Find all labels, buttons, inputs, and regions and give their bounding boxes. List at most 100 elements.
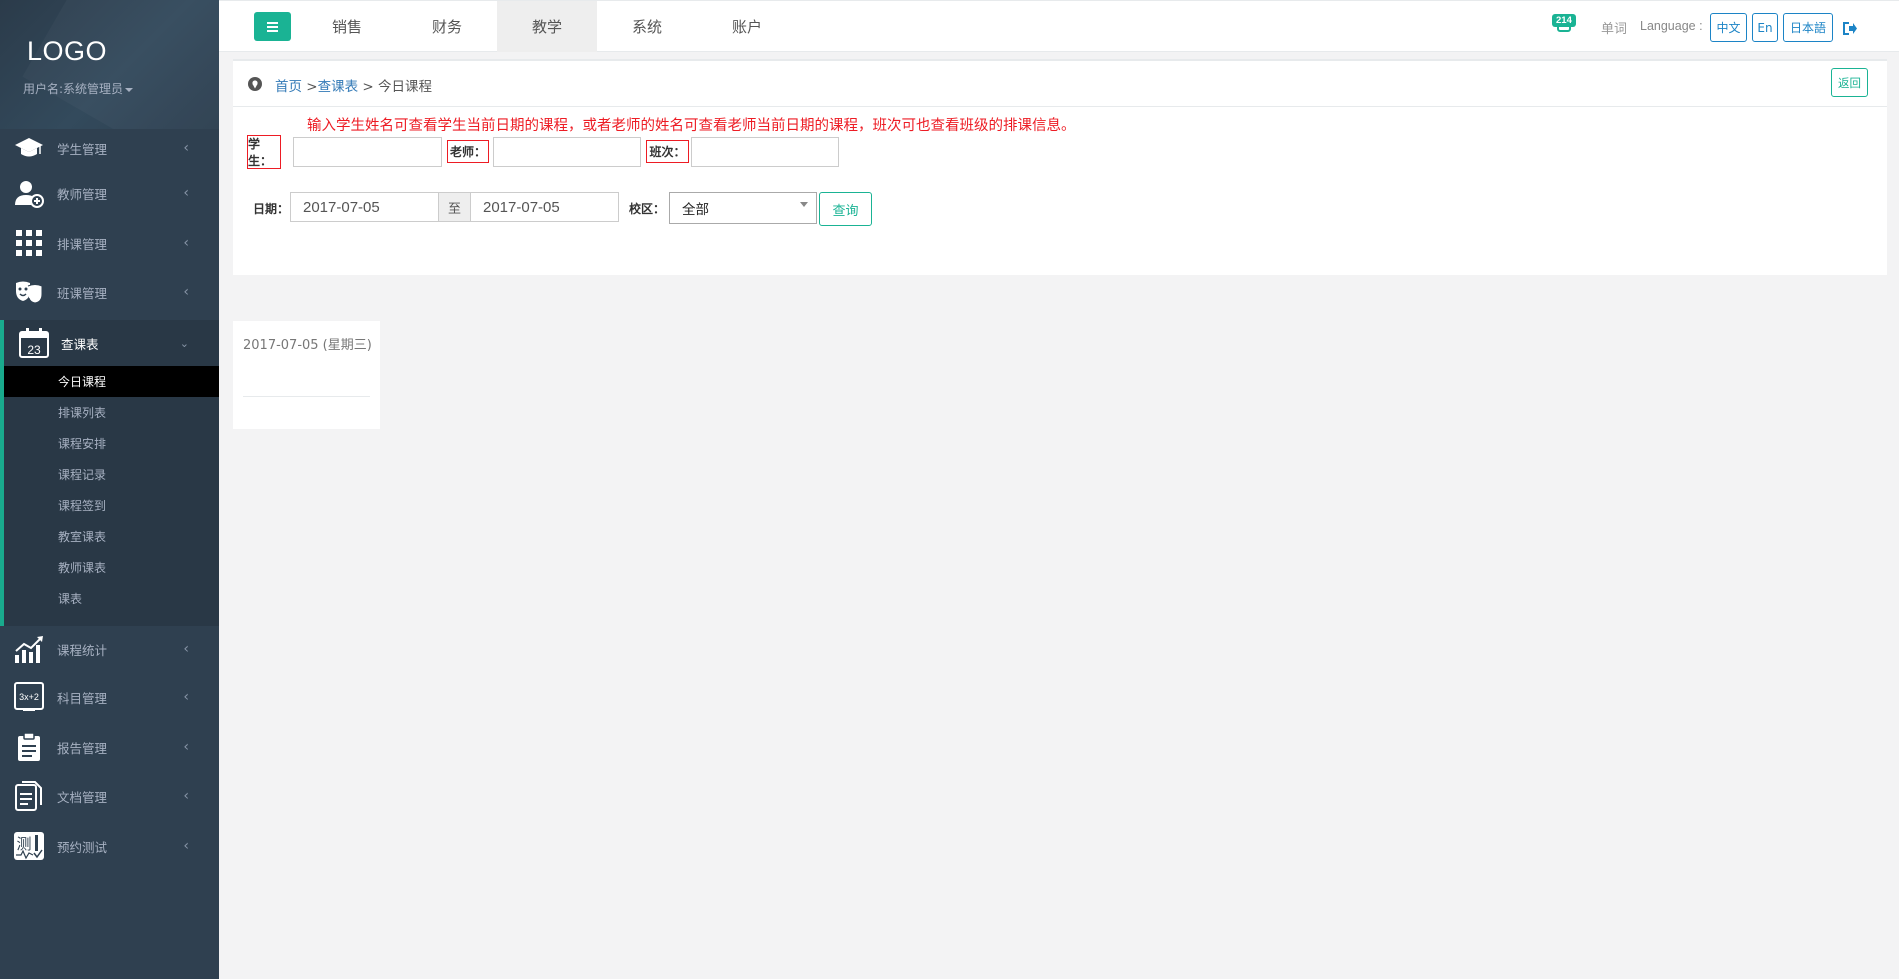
- sidebar-item-label: 课程统计: [57, 642, 108, 658]
- back-button[interactable]: 返回: [1831, 68, 1868, 97]
- document-icon: [13, 780, 45, 812]
- chevron-left-icon: ‹: [183, 641, 189, 657]
- teacher-add-icon: [13, 177, 45, 209]
- sidebar: LOGO 用户名:系统管理员 学生管理 ‹ 教师管理 ‹ 排课管理 ‹ 班课管理…: [0, 0, 219, 979]
- breadcrumb-current: 今日课程: [378, 79, 433, 95]
- language-label: Language :: [1640, 19, 1703, 33]
- day-card: 2017-07-05 (星期三): [233, 321, 380, 429]
- breadcrumb-home-link[interactable]: 首页: [275, 79, 302, 95]
- sidebar-item-label: 报告管理: [57, 740, 108, 756]
- calendar-icon: 23: [18, 327, 50, 359]
- bar-chart-icon: [13, 633, 45, 665]
- sidebar-item-scheduling-management[interactable]: 排课管理 ‹: [0, 223, 219, 263]
- date-range-separator: 至: [439, 192, 470, 222]
- language-chinese-button[interactable]: 中文: [1710, 13, 1747, 42]
- sidebar-item-class-management[interactable]: 班课管理 ‹: [0, 272, 219, 312]
- end-date-input[interactable]: 2017-07-05: [470, 192, 619, 222]
- breadcrumb-bar: 首页 >查课表 > 今日课程 返回: [233, 61, 1887, 107]
- chevron-left-icon: ‹: [183, 185, 189, 201]
- logo: LOGO: [27, 36, 108, 66]
- sidebar-item-label: 排课管理: [57, 236, 108, 252]
- sidebar-item-label: 班课管理: [57, 285, 108, 301]
- student-label: 学生：: [247, 135, 281, 169]
- day-card-date: 2017-07-05 (星期三): [243, 338, 372, 353]
- hamburger-icon: [267, 25, 278, 28]
- graduation-cap-icon: [13, 132, 45, 164]
- sidebar-item-student-management[interactable]: 学生管理 ‹: [0, 128, 219, 168]
- date-label: 日期：: [253, 202, 290, 216]
- chevron-left-icon: ‹: [183, 739, 189, 755]
- chevron-down-icon: ⌄: [179, 336, 189, 350]
- class-input[interactable]: [691, 137, 839, 167]
- student-input[interactable]: [293, 137, 442, 167]
- submenu-item-classroom-schedule[interactable]: 教室课表: [4, 521, 219, 552]
- map-marker-icon: [248, 76, 262, 91]
- sidebar-item-document-management[interactable]: 文档管理 ‹: [0, 776, 219, 816]
- theater-masks-icon: [13, 276, 45, 308]
- sidebar-item-teacher-management[interactable]: 教师管理 ‹: [0, 173, 219, 213]
- sign-out-icon[interactable]: [1843, 20, 1857, 35]
- dropdown-arrow-icon: [800, 202, 808, 207]
- query-button[interactable]: 查询: [819, 192, 872, 226]
- clipboard-icon: [13, 731, 45, 763]
- breadcrumb-separator: >: [358, 79, 379, 95]
- campus-select-value: 全部: [682, 202, 709, 218]
- submenu-item-course-checkin[interactable]: 课程签到: [4, 490, 219, 521]
- start-date-input[interactable]: 2017-07-05: [290, 192, 439, 222]
- sidebar-item-label: 学生管理: [57, 141, 108, 157]
- grid-icon: [13, 227, 45, 259]
- class-label: 班次：: [646, 140, 689, 163]
- tab-teaching[interactable]: 教学: [497, 1, 597, 52]
- menu-toggle-button[interactable]: [254, 12, 291, 41]
- math-board-icon: 3x+2: [13, 681, 45, 713]
- sidebar-item-label: 文档管理: [57, 789, 108, 805]
- campus-select[interactable]: 全部: [669, 192, 817, 224]
- sidebar-item-test-booking[interactable]: 测 预约测试 ‹: [0, 826, 219, 866]
- breadcrumb: 首页 >查课表 > 今日课程: [275, 75, 432, 95]
- sidebar-brand: LOGO 用户名:系统管理员: [0, 0, 219, 129]
- search-hint-text: 输入学生姓名可查看学生当前日期的课程，或者老师的姓名可查看老师当前日期的课程，班…: [307, 118, 1076, 134]
- tab-account[interactable]: 账户: [697, 1, 797, 52]
- notifications-button[interactable]: 214: [1552, 14, 1576, 33]
- sidebar-item-label: 查课表: [61, 336, 99, 352]
- tab-system[interactable]: 系统: [597, 1, 697, 52]
- submenu-item-course-records[interactable]: 课程记录: [4, 459, 219, 490]
- teacher-label: 老师：: [447, 140, 489, 163]
- user-menu[interactable]: 用户名:系统管理员: [23, 80, 134, 97]
- submenu-item-schedule-list[interactable]: 排课列表: [4, 397, 219, 428]
- top-navbar: 销售 财务 教学 系统 账户 214 单词 Language : 中文 En 日…: [219, 0, 1899, 52]
- sidebar-item-label: 预约测试: [57, 839, 108, 855]
- sidebar-item-course-statistics[interactable]: 课程统计 ‹: [0, 629, 219, 669]
- teacher-input[interactable]: [493, 137, 641, 167]
- language-english-button[interactable]: En: [1752, 13, 1778, 42]
- submenu-item-timetable[interactable]: 课表: [4, 583, 219, 614]
- search-panel: 首页 >查课表 > 今日课程 返回 输入学生姓名可查看学生当前日期的课程，或者老…: [233, 59, 1887, 275]
- tab-finance[interactable]: 财务: [397, 1, 497, 52]
- vocabulary-link[interactable]: 单词: [1601, 18, 1627, 37]
- chevron-left-icon: ‹: [183, 838, 189, 854]
- submenu-item-teacher-schedule[interactable]: 教师课表: [4, 552, 219, 583]
- chevron-left-icon: ‹: [183, 689, 189, 705]
- sidebar-item-subject-management[interactable]: 3x+2 科目管理 ‹: [0, 677, 219, 717]
- submenu-item-today-courses[interactable]: 今日课程: [4, 366, 219, 397]
- sidebar-item-label: 教师管理: [57, 186, 108, 202]
- test-char: 测: [16, 835, 31, 853]
- notification-badge: 214: [1552, 14, 1576, 27]
- test-icon: 测: [13, 830, 45, 862]
- sidebar-item-label: 科目管理: [57, 690, 108, 706]
- board-text: 3x+2: [19, 692, 39, 702]
- language-japanese-button[interactable]: 日本語: [1783, 13, 1833, 42]
- breadcrumb-separator: >: [302, 79, 318, 95]
- breadcrumb-section-link[interactable]: 查课表: [318, 79, 359, 95]
- sidebar-item-view-schedule[interactable]: 23 查课表 ⌄: [0, 320, 219, 366]
- chevron-left-icon: ‹: [183, 284, 189, 300]
- caret-down-icon: [125, 87, 134, 92]
- submenu-item-course-arrangement[interactable]: 课程安排: [4, 428, 219, 459]
- chevron-left-icon: ‹: [183, 235, 189, 251]
- campus-label: 校区：: [629, 202, 666, 216]
- tab-sales[interactable]: 销售: [297, 1, 397, 52]
- user-name: 用户名:系统管理员: [23, 82, 124, 96]
- chevron-left-icon: ‹: [183, 788, 189, 804]
- sidebar-item-report-management[interactable]: 报告管理 ‹: [0, 727, 219, 767]
- calendar-day-number: 23: [27, 343, 41, 357]
